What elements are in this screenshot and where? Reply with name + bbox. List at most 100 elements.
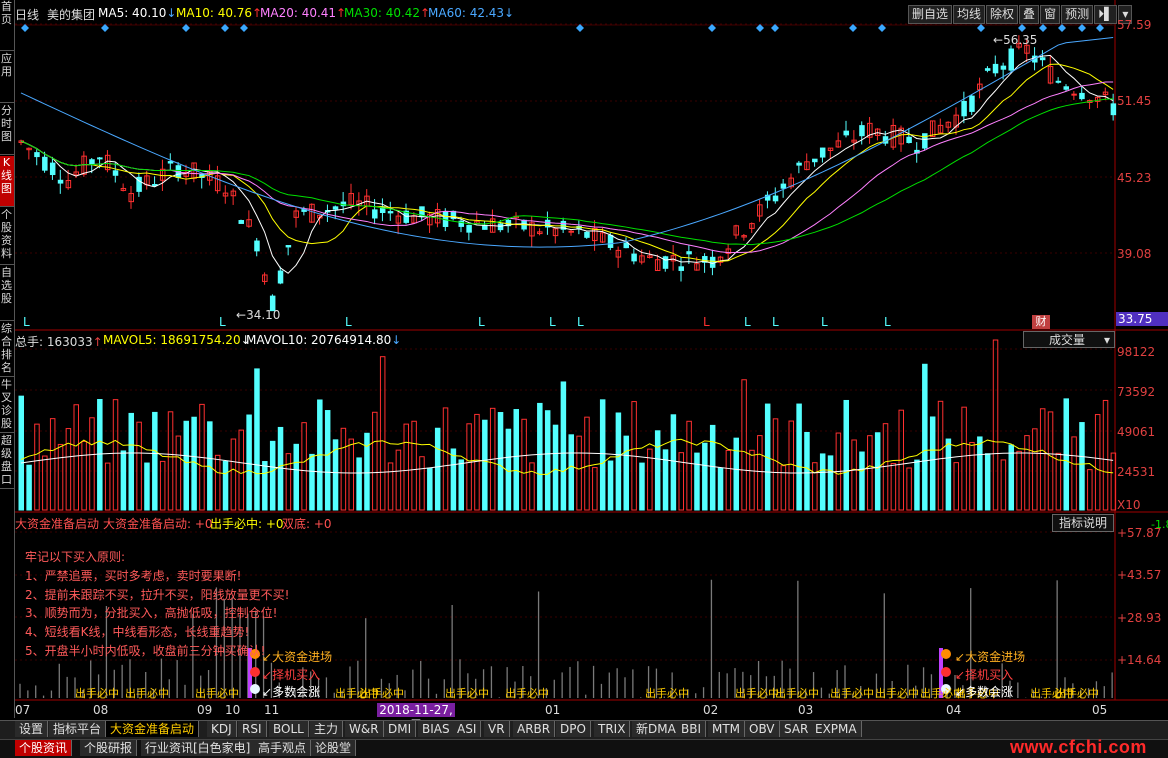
- date-tick: 11: [264, 703, 280, 717]
- indicator-extra-value: -1.8: [1151, 518, 1168, 531]
- indicator-tab[interactable]: EXPMA: [811, 721, 862, 737]
- indicator-tab[interactable]: DMI: [384, 721, 417, 737]
- volume-bar: [788, 420, 794, 511]
- low-signal-marker: L: [219, 315, 226, 329]
- volume-indicator-select[interactable]: 成交量 ▾: [1023, 331, 1115, 348]
- candle-body: [843, 130, 849, 136]
- indicator-tab[interactable]: 指标平台: [49, 721, 107, 737]
- indicator-tab[interactable]: MTM: [708, 721, 746, 737]
- finance-marker[interactable]: 财: [1032, 315, 1050, 329]
- date-tick: 01: [545, 703, 561, 717]
- sidebar-item[interactable]: 个股资料: [0, 208, 14, 265]
- volume-bar: [214, 454, 221, 511]
- indicator-tab[interactable]: KDJ: [207, 721, 237, 737]
- sidebar-item[interactable]: 分时图: [0, 104, 14, 155]
- info-tab[interactable]: 高手观点: [254, 740, 312, 756]
- volume-bar: [851, 439, 857, 511]
- volume-bar: [1008, 444, 1014, 511]
- sidebar-item[interactable]: 首页: [0, 0, 14, 51]
- price-tick: 39.08: [1117, 247, 1152, 261]
- sidebar-item[interactable]: K线图: [0, 156, 14, 207]
- sidebar-item[interactable]: 自选股: [0, 266, 14, 321]
- volume-bar: [717, 467, 724, 511]
- indicator-value-3: 双底: +0: [282, 517, 332, 531]
- volume-bar: [521, 418, 527, 511]
- sidebar-item[interactable]: 牛叉诊股: [0, 378, 14, 433]
- info-tab[interactable]: 论股堂: [311, 740, 357, 756]
- indicator-tab[interactable]: BBI: [677, 721, 707, 737]
- low-price-label: ←34.10: [236, 308, 281, 322]
- volume-bar: [246, 414, 252, 511]
- sidebar-item[interactable]: 超级盘口: [0, 434, 14, 489]
- indicator-tab[interactable]: ARBR: [513, 721, 556, 737]
- info-tab[interactable]: 个股研报: [80, 740, 138, 756]
- info-tab[interactable]: 个股资讯: [15, 740, 73, 756]
- volume-bar: [709, 424, 716, 511]
- window-button[interactable]: 窗: [1040, 5, 1061, 24]
- volume-bar: [1000, 459, 1007, 511]
- indicator-tab[interactable]: W&R: [345, 721, 384, 737]
- forecast-button[interactable]: 预测: [1061, 5, 1094, 24]
- sidebar-item[interactable]: 应用: [0, 52, 14, 103]
- rule-item: 4、短线看K线，中线看形态，长线重趋势!: [25, 625, 250, 639]
- volume-bar: [238, 429, 244, 511]
- volume-bar: [285, 453, 292, 511]
- signal-text: 出手必中: [735, 686, 779, 700]
- indicator-help-button[interactable]: 指标说明: [1052, 514, 1114, 532]
- volume-bar: [812, 462, 818, 511]
- info-tab[interactable]: 行业资讯[白色家电]: [141, 740, 256, 756]
- indicator-tab[interactable]: BIAS: [418, 721, 455, 737]
- indicator-value-1: 大资金准备启动: +0: [103, 517, 213, 531]
- indicator-tab[interactable]: ASI: [453, 721, 482, 737]
- volume-bar: [434, 427, 441, 511]
- indicator-tab[interactable]: 主力: [310, 721, 344, 737]
- period-label[interactable]: 日线: [15, 6, 39, 23]
- volume-bar: [1039, 408, 1046, 511]
- ma-button[interactable]: 均线: [953, 5, 986, 24]
- legend-buy: ↙择机买入: [262, 668, 321, 682]
- collapse-icon[interactable]: ⏵▌: [1094, 5, 1118, 24]
- indicator-tab[interactable]: 大资金准备启动: [106, 721, 200, 737]
- volume-bar: [340, 427, 347, 511]
- indicator-tab[interactable]: DPO: [556, 721, 591, 737]
- watermark: www.cfchi.com: [1010, 737, 1147, 757]
- volume-bar: [419, 456, 425, 511]
- candle-body: [34, 152, 40, 158]
- volume-bar: [961, 406, 967, 511]
- volume-bar: [262, 461, 268, 511]
- indicator-name: 大资金准备启动: [15, 517, 100, 531]
- legend-big-money: ↙大资金进场: [262, 650, 333, 664]
- ma10-label: MA10: 40.76↑: [176, 6, 263, 20]
- volume-bar: [992, 339, 999, 511]
- volume-bar: [757, 435, 763, 511]
- overlay-button[interactable]: 叠: [1019, 5, 1040, 24]
- candle-body: [678, 266, 684, 271]
- volume-bar: [42, 455, 48, 511]
- indicator-tab[interactable]: 设置: [15, 721, 49, 737]
- volume-bar: [379, 356, 386, 511]
- indicator-tab[interactable]: OBV: [745, 721, 780, 737]
- volume-bar: [442, 407, 449, 511]
- indicator-tab[interactable]: 新DMA: [632, 721, 681, 737]
- signal-text: 出手必中: [445, 686, 489, 700]
- candle-body: [372, 209, 378, 219]
- low-signal-marker: L: [744, 315, 751, 329]
- sidebar-item[interactable]: 综合排名: [0, 322, 14, 377]
- low-signal-marker: L: [772, 315, 779, 329]
- remove-favorite-button[interactable]: 删自选: [908, 5, 953, 24]
- volume-bar: [395, 449, 402, 511]
- indicator-tab[interactable]: SAR: [780, 721, 814, 737]
- indicator-tab[interactable]: BOLL: [269, 721, 309, 737]
- volume-bar: [513, 409, 519, 511]
- volume-bar: [175, 435, 182, 511]
- volume-bar: [26, 464, 32, 511]
- volume-bar: [741, 379, 747, 511]
- ex-rights-button[interactable]: 除权: [986, 5, 1019, 24]
- indicator-tab[interactable]: RSI: [238, 721, 267, 737]
- volume-bar: [867, 435, 873, 511]
- candle-body: [780, 183, 787, 189]
- indicator-tab[interactable]: TRIX: [594, 721, 631, 737]
- volume-bar: [1024, 435, 1030, 511]
- indicator-tab[interactable]: VR: [484, 721, 510, 737]
- candle-body: [1110, 103, 1117, 116]
